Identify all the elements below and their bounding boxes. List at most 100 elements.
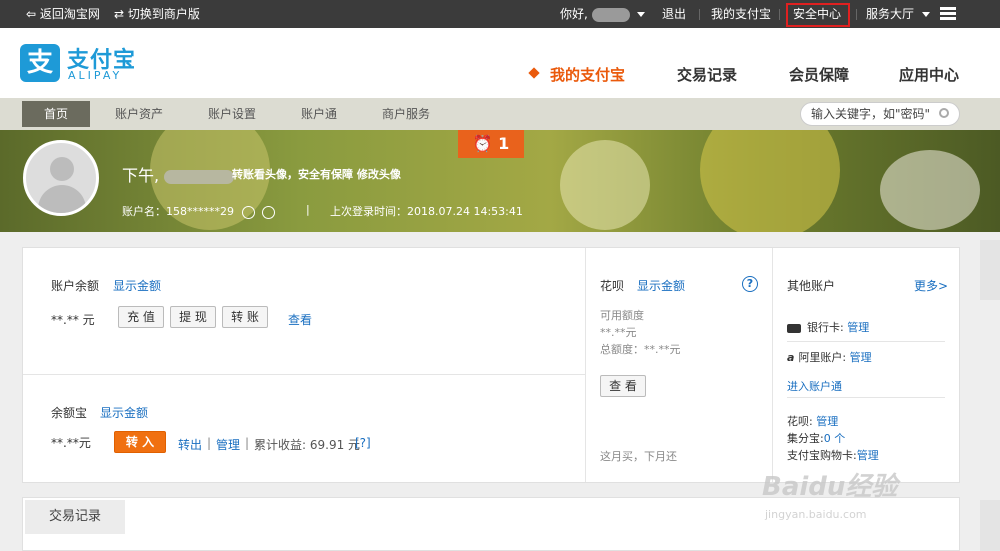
jifenbao-count-link[interactable]: 0 个 xyxy=(824,432,846,445)
shopping-card-label: 支付宝购物卡: xyxy=(787,449,857,462)
tab-home[interactable]: 首页 xyxy=(22,101,90,127)
service-hall-label: 服务大厅 xyxy=(866,7,915,21)
bank-card-icon xyxy=(787,323,801,333)
main-header: 支 支付宝 ALIPAY 我的支付宝 交易记录 会员保障 应用中心 xyxy=(0,28,1000,98)
baidu-watermark: Baidu经验 xyxy=(762,472,898,502)
divider xyxy=(699,9,700,20)
bokeh xyxy=(880,150,980,230)
switch-merchant-label: 切换到商户版 xyxy=(127,7,200,21)
ali-icon: a xyxy=(787,351,795,364)
nav-app-center[interactable]: 应用中心 xyxy=(899,64,959,85)
switch-merchant-link[interactable]: ⇄ 切换到商户版 xyxy=(114,0,200,28)
show-balance-link[interactable]: 显示金额 xyxy=(113,277,161,294)
ali-account-manage-link[interactable]: 管理 xyxy=(850,351,872,364)
account-name-text: 账户名：158******29 xyxy=(122,205,234,218)
alert-badge[interactable]: ⏰ 1 xyxy=(458,130,524,158)
alarm-clock-icon: ⏰ xyxy=(472,134,493,153)
menu-list-icon[interactable] xyxy=(940,7,956,21)
banner-greeting: 下午, xyxy=(122,162,235,186)
logout-link[interactable]: 退出 xyxy=(662,0,686,28)
side-scroll-handle[interactable] xyxy=(980,240,1000,300)
view-link[interactable]: 查看 xyxy=(288,311,312,328)
tab-transactions[interactable]: 交易记录 xyxy=(25,500,125,534)
recharge-button[interactable]: 充 值 xyxy=(118,306,164,328)
jifenbao-row: 集分宝:0 个 xyxy=(787,430,845,446)
help-icon[interactable]: ? xyxy=(742,276,758,292)
divider xyxy=(772,248,773,482)
bank-card-manage-link[interactable]: 管理 xyxy=(847,321,869,334)
tab-account-assets[interactable]: 账户资产 xyxy=(115,98,163,130)
back-taobao-label: 返回淘宝网 xyxy=(39,7,100,21)
bokeh xyxy=(560,140,650,230)
divider xyxy=(779,9,780,20)
enter-account-pass-link[interactable]: 进入账户通 xyxy=(787,378,842,394)
divider: | xyxy=(245,436,250,450)
account-overview-panel: 账户余额 显示金额 **.** 元 充 值 提 现 转 账 查看 余额宝 显示金… xyxy=(22,247,960,483)
chevron-down-icon[interactable] xyxy=(637,12,646,17)
transfer-button[interactable]: 转 账 xyxy=(222,306,268,328)
earnings-help-link[interactable]: [?] xyxy=(355,436,371,450)
ali-account-row: a 阿里账户: 管理 xyxy=(787,349,872,365)
shopping-card-manage-link[interactable]: 管理 xyxy=(857,449,879,462)
nav-member-protection[interactable]: 会员保障 xyxy=(789,64,849,85)
show-yuebao-link[interactable]: 显示金额 xyxy=(100,404,148,421)
more-link[interactable]: 更多> xyxy=(914,277,948,294)
switch-icon: ⇄ xyxy=(114,7,125,21)
greeting-text: 你好, xyxy=(560,7,588,21)
last-login: 上次登录时间：2018.07.24 14:53:41 xyxy=(330,205,523,218)
cumulative-earnings: 累计收益: 69.91 元 xyxy=(254,438,361,452)
divider xyxy=(787,341,945,342)
ali-account-label: 阿里账户: xyxy=(798,351,850,364)
balance-amount: **.** 元 xyxy=(51,313,95,327)
avatar[interactable] xyxy=(23,140,99,216)
transfer-out-link[interactable]: 转出 xyxy=(178,436,202,453)
huabei-label: 花呗 xyxy=(600,279,625,293)
yuebao-manage-link[interactable]: 管理 xyxy=(216,436,240,453)
show-huabei-link[interactable]: 显示金额 xyxy=(637,277,685,294)
yuebao-amount: **.**元 xyxy=(51,436,91,450)
avatar-tip[interactable]: 转账看头像，安全有保障 修改头像 xyxy=(232,166,401,182)
huabei-row: 花呗: 管理 xyxy=(787,413,838,429)
withdraw-button[interactable]: 提 现 xyxy=(170,306,216,328)
tab-account-pass[interactable]: 账户通 xyxy=(301,98,337,130)
top-bar: ⇦ 返回淘宝网 ⇄ 切换到商户版 你好, 退出 我的支付宝 安全中心 服务大厅 xyxy=(0,0,1000,28)
huabei-account-label: 花呗: xyxy=(787,415,817,428)
back-arrow-icon: ⇦ xyxy=(26,7,37,21)
tab-account-settings[interactable]: 账户设置 xyxy=(208,98,256,130)
security-center-highlight xyxy=(786,3,850,27)
nav-my-alipay[interactable]: 我的支付宝 xyxy=(550,64,625,85)
divider xyxy=(856,9,857,20)
transactions-panel: 交易记录 xyxy=(22,497,960,551)
total-credit: 总额度：**.**元 xyxy=(600,343,681,356)
nav-transactions[interactable]: 交易记录 xyxy=(677,64,737,85)
side-scroll-handle[interactable] xyxy=(980,500,1000,551)
divider xyxy=(23,374,585,375)
bokeh xyxy=(700,130,840,232)
transfer-in-button[interactable]: 转 入 xyxy=(114,431,166,453)
yuebao-label: 余额宝 xyxy=(51,406,88,420)
nickname-blurred xyxy=(164,169,235,184)
watermark-url: jingyan.baidu.com xyxy=(765,508,867,521)
alipay-logo-icon[interactable]: 支 xyxy=(20,44,60,82)
bank-card-label: 银行卡: xyxy=(807,321,848,334)
search-icon[interactable] xyxy=(939,108,949,118)
divider: | xyxy=(306,203,310,216)
shopping-card-row: 支付宝购物卡:管理 xyxy=(787,447,879,463)
huabei-manage-link[interactable]: 管理 xyxy=(816,415,838,428)
search-input[interactable]: 输入关键字，如"密码" xyxy=(800,102,960,126)
user-icon[interactable] xyxy=(241,205,255,219)
service-hall-menu[interactable]: 服务大厅 xyxy=(866,0,930,28)
logo-subtext: ALIPAY xyxy=(68,69,123,82)
greeting-text: 下午, xyxy=(122,166,160,185)
available-credit-amount: **.**元 xyxy=(600,326,637,339)
huabei-view-button[interactable]: 查 看 xyxy=(600,375,646,397)
chevron-down-icon xyxy=(921,12,930,17)
divider xyxy=(787,397,945,398)
account-name: 账户名：158******29 xyxy=(122,203,275,219)
my-alipay-link[interactable]: 我的支付宝 xyxy=(711,0,771,28)
phone-icon[interactable] xyxy=(262,205,275,219)
other-accounts-title: 其他账户 xyxy=(787,279,836,293)
greeting: 你好, xyxy=(560,0,646,28)
tab-merchant-services[interactable]: 商户服务 xyxy=(382,98,430,130)
back-taobao-link[interactable]: ⇦ 返回淘宝网 xyxy=(26,0,100,28)
